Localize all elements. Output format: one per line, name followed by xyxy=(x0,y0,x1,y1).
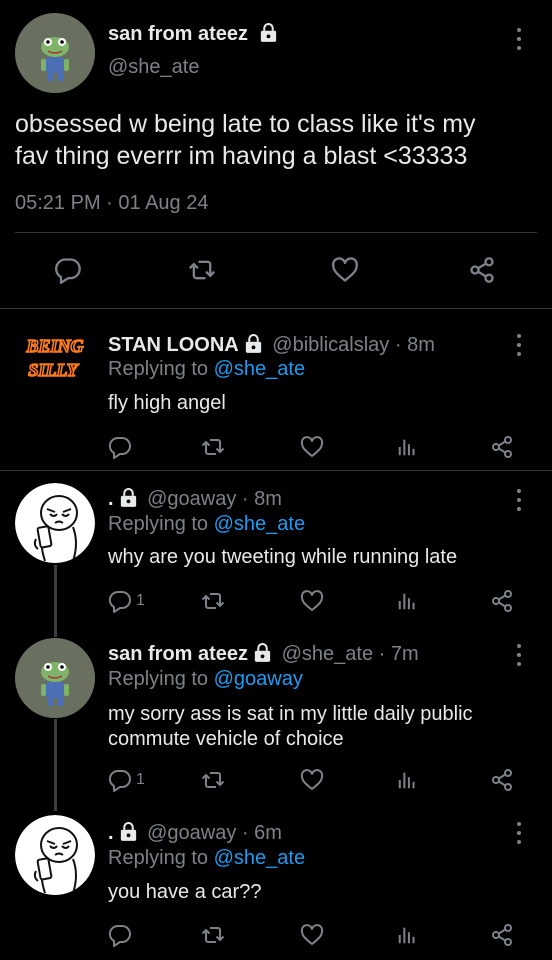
retweet-icon[interactable] xyxy=(201,435,225,459)
tweet-text: obsessed w being late to class like it's… xyxy=(15,108,476,172)
share-icon[interactable] xyxy=(490,923,514,947)
replying-to: Replying to @goaway xyxy=(108,668,303,691)
timestamp: 05:21 PM · 01 Aug 24 xyxy=(15,192,209,214)
reply-icon[interactable] xyxy=(54,256,82,284)
handle-time[interactable]: @goaway · 8m xyxy=(147,488,282,510)
reply-text-line: commute vehicle of choice xyxy=(108,728,344,750)
display-name[interactable]: . xyxy=(108,488,114,510)
avatar[interactable] xyxy=(15,638,95,718)
more-icon[interactable] xyxy=(509,26,529,52)
handle[interactable]: @she_ate xyxy=(108,56,199,79)
tweet-text-line: obsessed w being late to class like it's… xyxy=(15,110,476,138)
share-icon[interactable] xyxy=(490,435,514,459)
reply-icon[interactable] xyxy=(108,435,132,459)
lock-icon xyxy=(260,23,277,42)
share-icon[interactable] xyxy=(468,256,496,284)
replying-prefix: Replying to xyxy=(108,668,209,690)
avatar-text: BEING xyxy=(25,336,83,356)
views-icon[interactable] xyxy=(396,923,418,947)
reply-text: fly high angel xyxy=(108,392,226,414)
more-icon[interactable] xyxy=(509,642,529,668)
avatar-text: SILLY xyxy=(28,360,79,380)
reply-text: my sorry ass is sat in my little daily p… xyxy=(108,702,473,752)
author-row: san from ateez xyxy=(108,23,277,47)
like-icon[interactable] xyxy=(300,435,324,459)
reply-icon[interactable] xyxy=(108,923,132,947)
handle-time[interactable]: @biblicalslay · 8m xyxy=(272,334,435,356)
retweet-icon[interactable] xyxy=(201,589,225,613)
avatar[interactable] xyxy=(15,815,95,895)
retweet-icon[interactable] xyxy=(201,768,225,792)
more-icon[interactable] xyxy=(509,332,529,358)
thread-line xyxy=(54,565,57,637)
replying-to: Replying to @she_ate xyxy=(108,513,305,536)
lock-icon xyxy=(254,643,271,662)
reply-action[interactable]: 1 xyxy=(108,589,145,613)
avatar-graphic: BEING SILLY xyxy=(25,335,85,381)
reply-text: why are you tweeting while running late xyxy=(108,546,458,568)
display-name[interactable]: san from ateez xyxy=(108,23,248,45)
avatar[interactable]: BEING SILLY xyxy=(15,330,95,410)
lock-icon xyxy=(120,488,137,507)
display-name[interactable]: . xyxy=(108,822,114,844)
lock-icon xyxy=(120,822,137,841)
replying-to: Replying to @she_ate xyxy=(108,847,305,870)
replying-handle[interactable]: @she_ate xyxy=(214,847,305,869)
replying-handle[interactable]: @she_ate xyxy=(214,358,305,380)
tweet-text-line: fav thing everrr im having a blast <3333… xyxy=(15,142,468,170)
avatar[interactable] xyxy=(15,483,95,563)
like-icon[interactable] xyxy=(300,768,324,792)
divider xyxy=(0,308,552,309)
lock-icon xyxy=(245,334,262,353)
divider xyxy=(15,232,537,233)
author-row: . @goaway · 8m xyxy=(108,488,282,511)
replying-handle[interactable]: @she_ate xyxy=(214,513,305,535)
like-icon[interactable] xyxy=(300,923,324,947)
reply-action[interactable]: 1 xyxy=(108,768,145,792)
reply-count: 1 xyxy=(136,592,145,609)
replying-to: Replying to @she_ate xyxy=(108,358,305,381)
handle-time[interactable]: @goaway · 6m xyxy=(147,822,282,844)
share-icon[interactable] xyxy=(490,589,514,613)
share-icon[interactable] xyxy=(490,768,514,792)
author-row: . @goaway · 6m xyxy=(108,822,282,845)
display-name[interactable]: san from ateez xyxy=(108,643,248,665)
reply-icon[interactable] xyxy=(108,768,132,792)
views-icon[interactable] xyxy=(396,435,418,459)
views-icon[interactable] xyxy=(396,768,418,792)
more-icon[interactable] xyxy=(509,820,529,846)
replying-prefix: Replying to xyxy=(108,847,209,869)
retweet-icon[interactable] xyxy=(188,256,216,284)
author-row: san from ateez @she_ate · 7m xyxy=(108,643,419,666)
display-name[interactable]: STAN LOONA xyxy=(108,334,239,356)
reply-text-line: my sorry ass is sat in my little daily p… xyxy=(108,703,473,725)
reply-count: 1 xyxy=(136,771,145,788)
reply-icon[interactable] xyxy=(108,589,132,613)
replying-prefix: Replying to xyxy=(108,513,209,535)
retweet-icon[interactable] xyxy=(201,923,225,947)
replying-handle[interactable]: @goaway xyxy=(214,668,303,690)
more-icon[interactable] xyxy=(509,487,529,513)
thread-line xyxy=(54,719,57,811)
handle-time[interactable]: @she_ate · 7m xyxy=(282,643,419,665)
divider xyxy=(0,470,552,471)
reply-text: you have a car?? xyxy=(108,881,262,903)
like-icon[interactable] xyxy=(300,589,324,613)
avatar[interactable] xyxy=(15,13,95,93)
replying-prefix: Replying to xyxy=(108,358,209,380)
author-row: STAN LOONA @biblicalslay · 8m xyxy=(108,334,435,357)
like-icon[interactable] xyxy=(331,256,359,284)
views-icon[interactable] xyxy=(396,589,418,613)
